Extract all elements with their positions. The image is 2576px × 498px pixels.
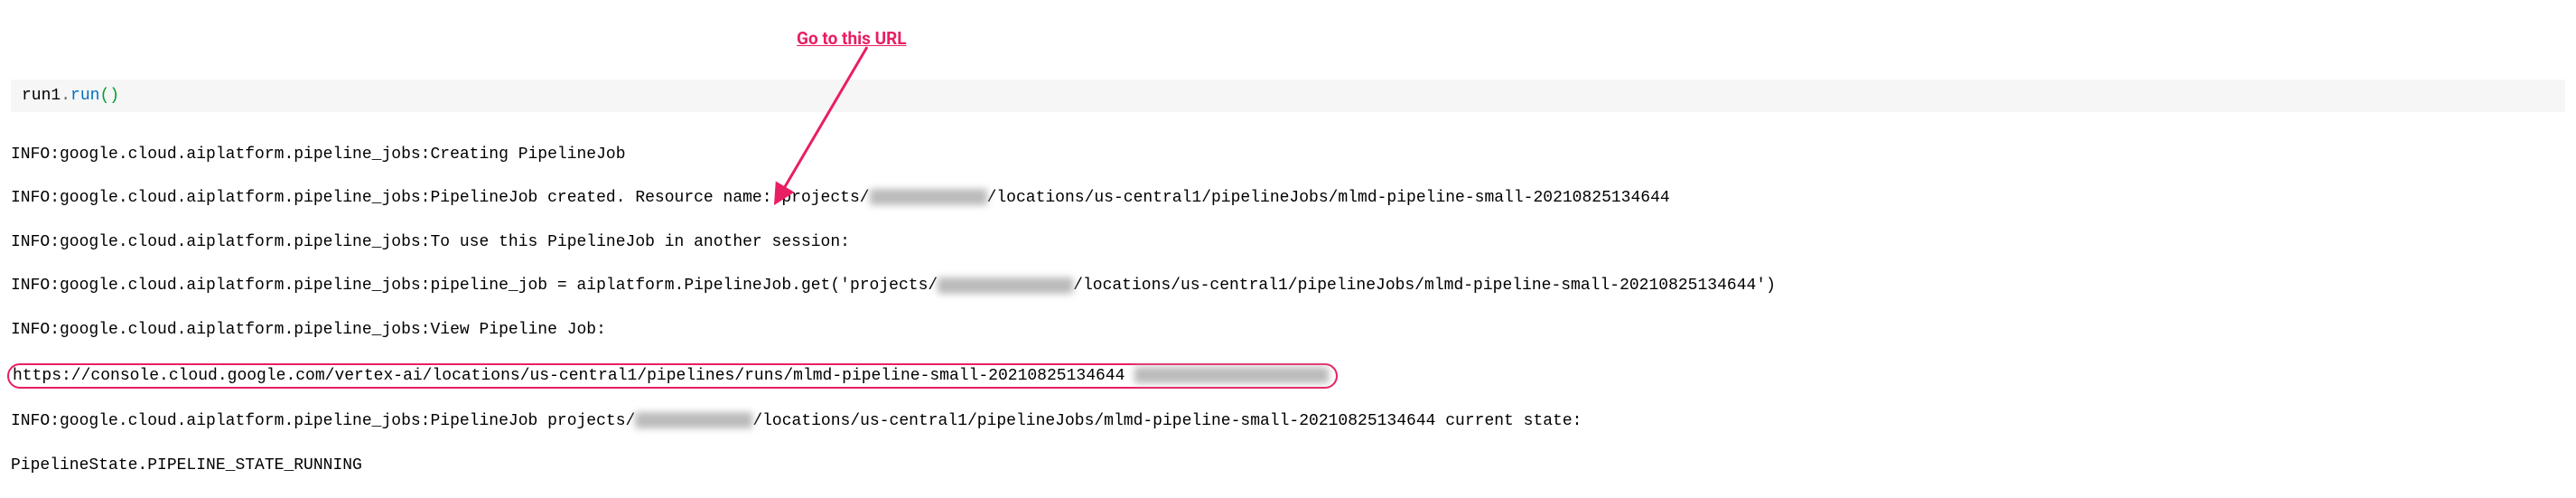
log-text: INFO:google.cloud.aiplatform.pipeline_jo…: [11, 412, 635, 430]
url-text: https://console.cloud.google.com/vertex-…: [13, 367, 1125, 385]
log-text: /locations/us-central1/pipelineJobs/mlmd…: [987, 189, 1670, 207]
log-text: INFO:google.cloud.aiplatform.pipeline_jo…: [11, 189, 870, 207]
log-line: INFO:google.cloud.aiplatform.pipeline_jo…: [11, 144, 2565, 165]
code-cell: run1.run(): [11, 80, 2565, 112]
log-line: PipelineState.PIPELINE_STATE_RUNNING: [11, 455, 2565, 476]
log-line: https://console.cloud.google.com/vertex-…: [11, 363, 2565, 389]
redacted-text: xxxxxxxxxxxxxxxxxxxx: [1134, 367, 1329, 383]
highlighted-url[interactable]: https://console.cloud.google.com/vertex-…: [7, 363, 1338, 389]
code-token-dot: .: [61, 87, 70, 105]
log-line: INFO:google.cloud.aiplatform.pipeline_jo…: [11, 187, 2565, 209]
log-text: INFO:google.cloud.aiplatform.pipeline_jo…: [11, 277, 938, 295]
annotation-label: Go to this URL: [797, 27, 907, 51]
log-line: INFO:google.cloud.aiplatform.pipeline_jo…: [11, 410, 2565, 432]
log-line: INFO:google.cloud.aiplatform.pipeline_jo…: [11, 231, 2565, 253]
log-line: INFO:google.cloud.aiplatform.pipeline_jo…: [11, 319, 2565, 341]
code-token-method: run: [70, 87, 99, 105]
code-token-paren-open: (: [99, 87, 109, 105]
code-token-paren-close: ): [109, 87, 119, 105]
output-block: INFO:google.cloud.aiplatform.pipeline_jo…: [0, 117, 2576, 498]
redacted-text: xxxxxxxxxxxx: [870, 189, 987, 205]
code-token-obj: run1: [22, 87, 61, 105]
redacted-text: xxxxxxxxxxxx: [635, 412, 752, 428]
log-line: INFO:google.cloud.aiplatform.pipeline_jo…: [11, 275, 2565, 296]
log-text: /locations/us-central1/pipelineJobs/mlmd…: [752, 412, 1582, 430]
log-text: /locations/us-central1/pipelineJobs/mlmd…: [1073, 277, 1776, 295]
redacted-text: xxxxxxxxxxxxxx: [938, 277, 1073, 294]
